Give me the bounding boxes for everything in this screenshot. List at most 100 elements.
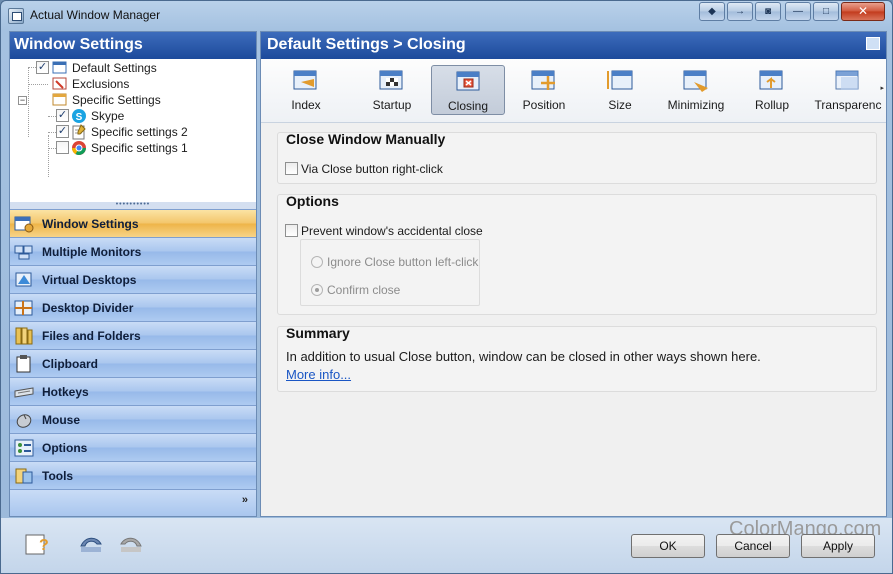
app-icon bbox=[8, 8, 24, 24]
tree-item-label: Specific settings 2 bbox=[91, 125, 188, 139]
help-icon[interactable]: ? bbox=[23, 532, 51, 556]
ok-button[interactable]: OK bbox=[631, 534, 705, 558]
title-bar[interactable]: Actual Window Manager ◆ → ◙ — □ ✕ bbox=[1, 1, 892, 29]
more-nav-chevron-icon[interactable]: » bbox=[242, 494, 248, 506]
tool-label: Position bbox=[522, 98, 566, 112]
tool-startup[interactable]: Startup bbox=[355, 65, 429, 115]
nav-label: Multiple Monitors bbox=[42, 245, 142, 259]
tree-item-specific-settings-1[interactable]: Specific settings 1 bbox=[10, 140, 250, 156]
radio-button[interactable] bbox=[311, 284, 323, 296]
tool-label: Startup bbox=[372, 98, 412, 112]
window-icon bbox=[52, 61, 67, 74]
tool-index[interactable]: Index bbox=[269, 65, 343, 115]
skype-checkbox[interactable]: ✓ bbox=[56, 109, 69, 122]
minimizing-icon bbox=[683, 70, 708, 92]
size-icon bbox=[607, 70, 633, 90]
clipboard-icon bbox=[16, 355, 31, 373]
radio-button[interactable] bbox=[311, 256, 323, 268]
radio-label: Confirm close bbox=[327, 283, 401, 297]
files-folders-icon bbox=[15, 327, 33, 345]
tree-item-specific-settings-2[interactable]: ✓ Specific settings 2 bbox=[10, 124, 250, 140]
rollup-icon bbox=[759, 70, 783, 90]
tool-label: Rollup bbox=[754, 98, 790, 112]
minimize-button[interactable]: — bbox=[785, 2, 811, 21]
chrome-icon bbox=[72, 141, 86, 155]
nav-files-and-folders[interactable]: Files and Folders bbox=[10, 321, 256, 349]
desktop-divider-icon bbox=[14, 300, 33, 316]
nav-label: Virtual Desktops bbox=[42, 273, 137, 287]
tool-label: Index bbox=[291, 98, 321, 112]
tool-position[interactable]: Position bbox=[507, 65, 581, 115]
nav-label: Clipboard bbox=[42, 357, 98, 371]
ghost-icon[interactable]: ◙ bbox=[755, 2, 781, 21]
tool-rollup[interactable]: Rollup bbox=[735, 65, 809, 115]
tree-item-label: Exclusions bbox=[72, 77, 130, 91]
nav-desktop-divider[interactable]: Desktop Divider bbox=[10, 293, 256, 321]
transparency-icon bbox=[835, 70, 859, 90]
specific-settings-2-checkbox[interactable]: ✓ bbox=[56, 125, 69, 138]
more-info-link[interactable]: More info... bbox=[286, 367, 351, 382]
pin-icon[interactable]: ◆ bbox=[699, 2, 725, 21]
nav-label: Tools bbox=[42, 469, 74, 483]
nav-label: Files and Folders bbox=[42, 329, 141, 343]
tree-item-label: Specific Settings bbox=[72, 93, 161, 107]
nav-footer: » bbox=[10, 489, 256, 516]
default-settings-checkbox[interactable]: ✓ bbox=[36, 61, 49, 74]
nav-clipboard[interactable]: Clipboard bbox=[10, 349, 256, 377]
tree-item-label: Specific settings 1 bbox=[91, 141, 188, 155]
window-title: Actual Window Manager bbox=[30, 8, 161, 22]
redo-icon[interactable] bbox=[117, 532, 145, 556]
tool-size[interactable]: Size bbox=[583, 65, 657, 115]
checkbox-label: Via Close button right-click bbox=[301, 162, 443, 176]
checkbox-box[interactable] bbox=[285, 162, 298, 175]
bottom-bar: ? ColorMango.com OK Cancel Apply bbox=[1, 518, 892, 573]
nav-label: Options bbox=[42, 441, 88, 455]
close-manually-section: Close Window Manually Via Close button r… bbox=[277, 131, 877, 184]
checkbox-box[interactable] bbox=[285, 224, 298, 237]
nav-hotkeys[interactable]: Hotkeys bbox=[10, 377, 256, 405]
tree-item-default-settings[interactable]: ✓ Default Settings bbox=[10, 60, 250, 76]
cancel-button[interactable]: Cancel bbox=[716, 534, 790, 558]
settings-toolbar: Index Startup Closing Position Size Mini… bbox=[261, 59, 886, 123]
left-panel: Window Settings ✓ Default Settings Exclu… bbox=[9, 31, 257, 517]
specific-settings-1-checkbox[interactable] bbox=[56, 141, 69, 154]
maximize-button[interactable]: □ bbox=[813, 2, 839, 21]
window-settings-icon bbox=[14, 216, 34, 233]
section-title: Close Window Manually bbox=[286, 131, 446, 147]
options-section: Options Prevent window's accidental clos… bbox=[277, 193, 877, 315]
splitter-grip[interactable]: •••••••••• bbox=[10, 201, 256, 209]
apply-button[interactable]: Apply bbox=[801, 534, 875, 558]
tool-minimizing[interactable]: Minimizing bbox=[659, 65, 733, 115]
notepad-icon bbox=[72, 124, 86, 140]
position-icon bbox=[531, 70, 555, 90]
nav-mouse[interactable]: Mouse bbox=[10, 405, 256, 433]
nav-multiple-monitors[interactable]: Multiple Monitors bbox=[10, 237, 256, 265]
tool-transparency[interactable]: Transparenc bbox=[811, 65, 885, 115]
nav-tools[interactable]: Tools bbox=[10, 461, 256, 489]
nav-options[interactable]: Options bbox=[10, 433, 256, 461]
toolbar-more-icon[interactable]: ▸ bbox=[880, 84, 884, 92]
tree-item-exclusions[interactable]: Exclusions bbox=[10, 76, 250, 92]
nav-window-settings[interactable]: Window Settings bbox=[10, 209, 256, 237]
collapse-icon[interactable]: − bbox=[18, 96, 27, 105]
tree-item-skype[interactable]: ✓ S Skype bbox=[10, 108, 250, 124]
nav-virtual-desktops[interactable]: Virtual Desktops bbox=[10, 265, 256, 293]
virtual-desktops-icon bbox=[15, 272, 32, 287]
tool-closing[interactable]: Closing bbox=[431, 65, 505, 115]
section-title: Options bbox=[286, 193, 339, 209]
tool-label: Size bbox=[608, 98, 632, 112]
close-button[interactable]: ✕ bbox=[841, 2, 885, 21]
keyboard-icon bbox=[14, 387, 34, 398]
monitors-icon bbox=[14, 245, 33, 260]
section-title: Summary bbox=[286, 325, 350, 341]
tools-icon bbox=[15, 468, 33, 484]
move-to-monitor-icon[interactable]: → bbox=[727, 2, 753, 21]
panel-menu-icon[interactable] bbox=[866, 37, 880, 50]
breadcrumb: Default Settings > Closing bbox=[261, 32, 886, 59]
specific-settings-icon bbox=[52, 93, 67, 106]
checkbox-label: Prevent window's accidental close bbox=[301, 224, 483, 238]
tree-item-specific-settings[interactable]: − Specific Settings bbox=[10, 92, 250, 108]
summary-text: In addition to usual Close button, windo… bbox=[286, 349, 761, 364]
app-window: Actual Window Manager ◆ → ◙ — □ ✕ Window… bbox=[0, 0, 893, 574]
undo-icon[interactable] bbox=[77, 532, 105, 556]
